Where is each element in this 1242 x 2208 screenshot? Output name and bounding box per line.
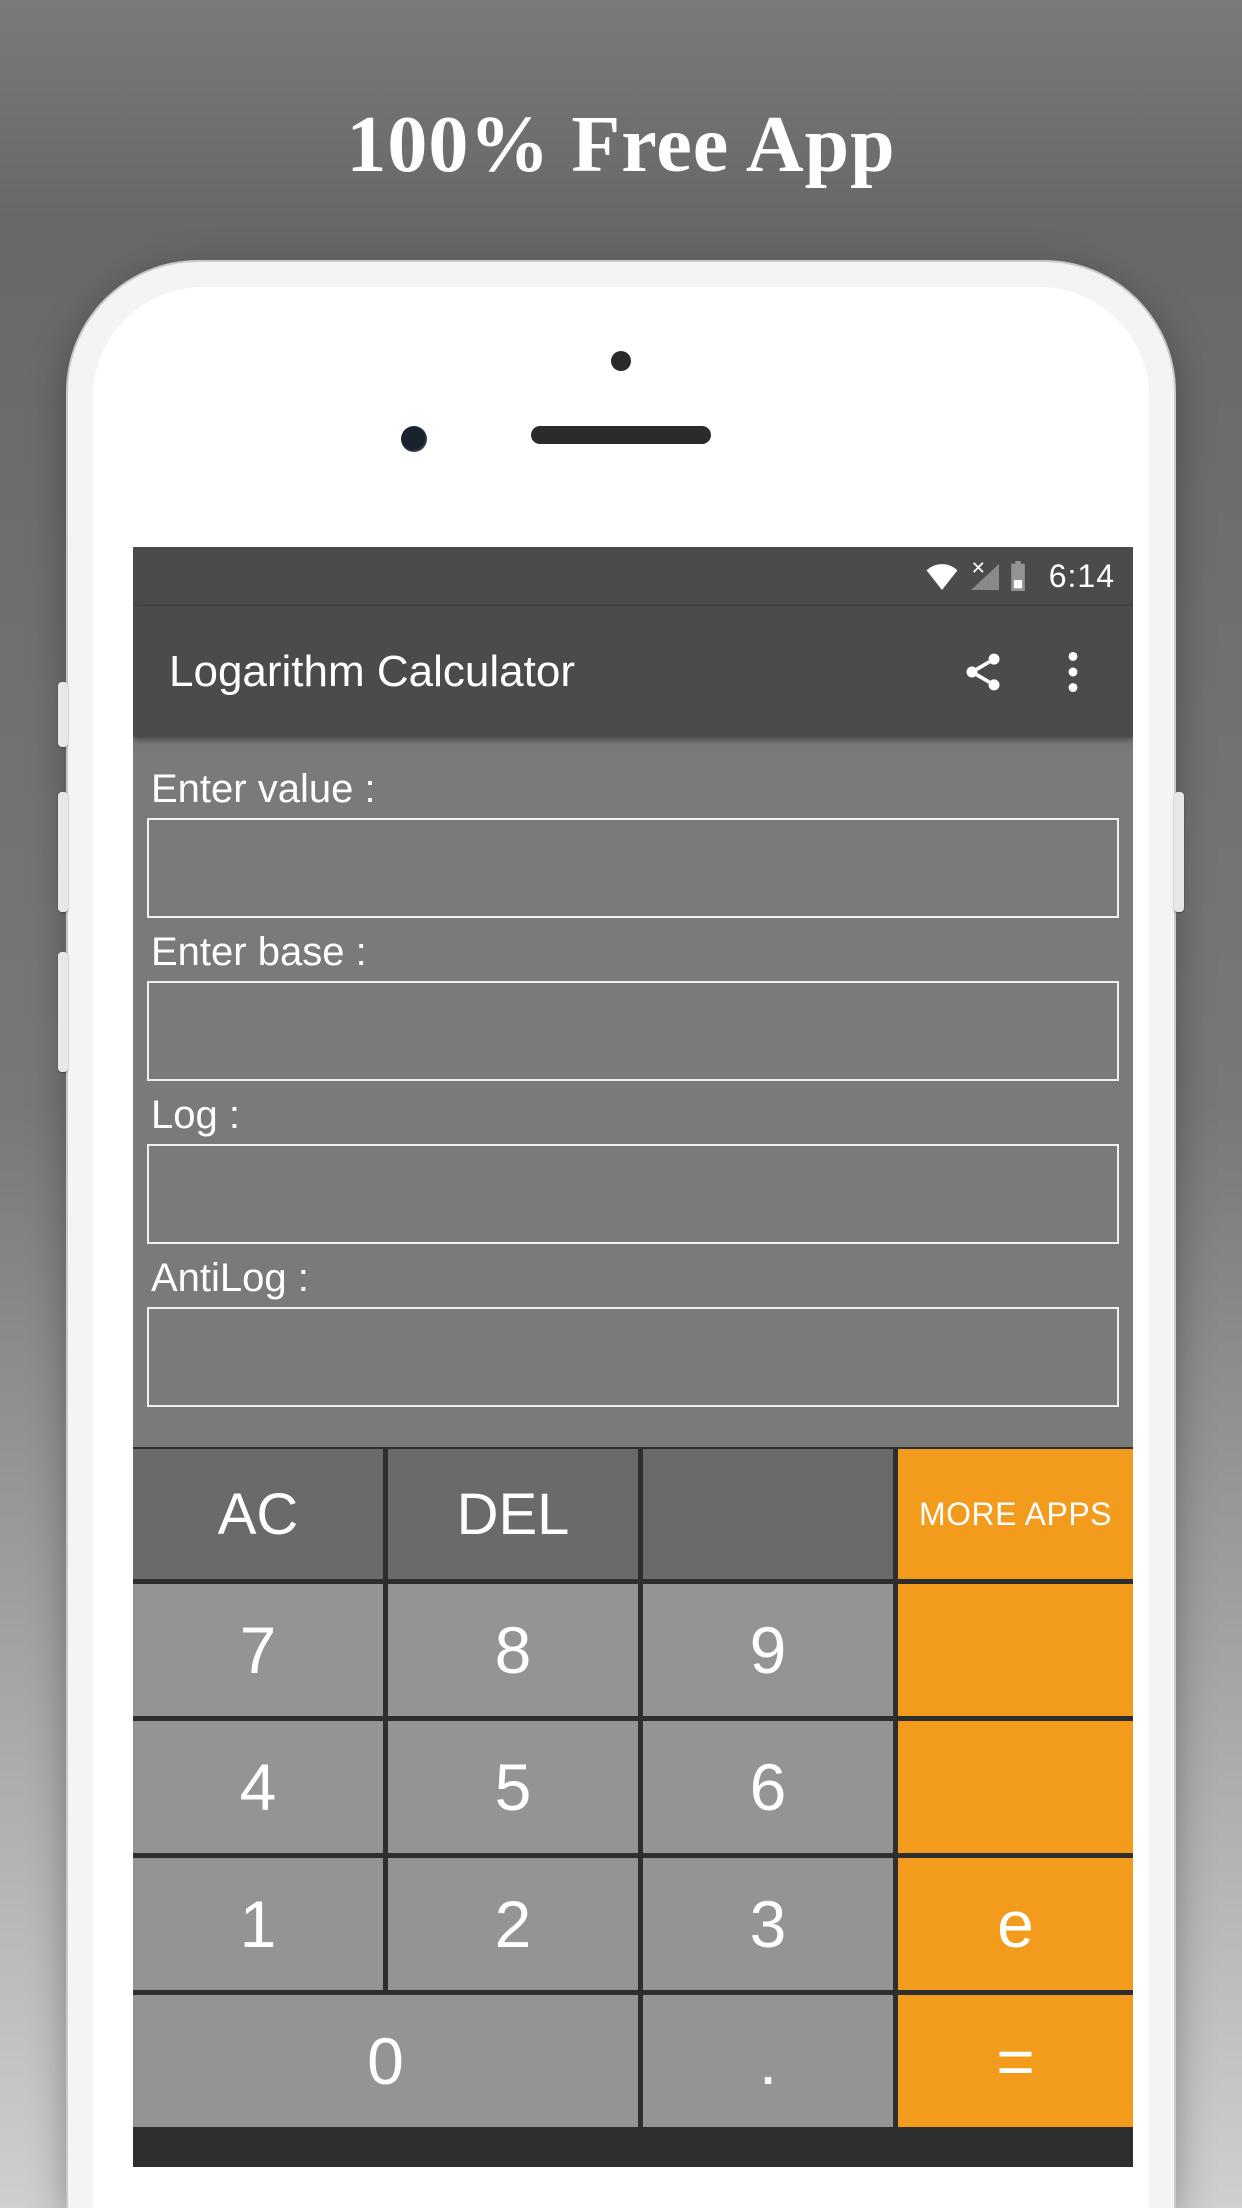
log-output[interactable] [147, 1144, 1119, 1244]
wifi-icon [925, 562, 959, 590]
phone-side-button [58, 792, 68, 912]
antilog-output[interactable] [147, 1307, 1119, 1407]
overflow-menu-button[interactable] [1043, 642, 1103, 702]
phone-speaker [531, 426, 711, 444]
key-3[interactable]: 3 [643, 1858, 893, 1990]
key-6[interactable]: 6 [643, 1721, 893, 1853]
accent-key-blank-2[interactable] [898, 1721, 1133, 1853]
enter-base-input[interactable] [147, 981, 1119, 1081]
key-dot[interactable]: . [643, 1995, 893, 2127]
phone-sensor-dot [611, 351, 631, 371]
blank-key [643, 1449, 893, 1579]
keypad: AC DEL MORE APPS 7 8 9 4 5 6 1 2 3 e [133, 1447, 1133, 2167]
antilog-label: AntiLog : [151, 1256, 1119, 1301]
key-5[interactable]: 5 [388, 1721, 638, 1853]
share-icon [961, 650, 1005, 694]
key-9[interactable]: 9 [643, 1584, 893, 1716]
enter-value-input[interactable] [147, 818, 1119, 918]
phone-side-button [58, 952, 68, 1072]
key-0[interactable]: 0 [133, 1995, 638, 2127]
key-7[interactable]: 7 [133, 1584, 383, 1716]
phone-frame: ✕ 6:14 Logarithm Calculator [68, 262, 1174, 2208]
promo-headline: 100% Free App [0, 100, 1242, 191]
enter-value-label: Enter value : [151, 767, 1119, 812]
key-2[interactable]: 2 [388, 1858, 638, 1990]
cell-signal-icon: ✕ [969, 562, 999, 590]
share-button[interactable] [953, 642, 1013, 702]
form-area: Enter value : Enter base : Log : AntiLog… [133, 737, 1133, 1447]
status-bar: ✕ 6:14 [133, 547, 1133, 605]
enter-base-label: Enter base : [151, 930, 1119, 975]
phone-side-button [58, 682, 68, 747]
app-bar: Logarithm Calculator [133, 605, 1133, 737]
phone-side-button [1174, 792, 1184, 912]
battery-icon [1009, 561, 1027, 591]
log-label: Log : [151, 1093, 1119, 1138]
key-equals[interactable]: = [898, 1995, 1133, 2127]
status-time: 6:14 [1049, 558, 1115, 595]
more-vert-icon [1068, 652, 1078, 692]
more-apps-button[interactable]: MORE APPS [898, 1449, 1133, 1579]
key-8[interactable]: 8 [388, 1584, 638, 1716]
phone-screen: ✕ 6:14 Logarithm Calculator [133, 547, 1133, 2167]
accent-key-blank-1[interactable] [898, 1584, 1133, 1716]
phone-camera-dot [401, 426, 427, 452]
key-e[interactable]: e [898, 1858, 1133, 1990]
del-button[interactable]: DEL [388, 1449, 638, 1579]
key-1[interactable]: 1 [133, 1858, 383, 1990]
key-4[interactable]: 4 [133, 1721, 383, 1853]
app-title: Logarithm Calculator [169, 647, 923, 697]
ac-button[interactable]: AC [133, 1449, 383, 1579]
